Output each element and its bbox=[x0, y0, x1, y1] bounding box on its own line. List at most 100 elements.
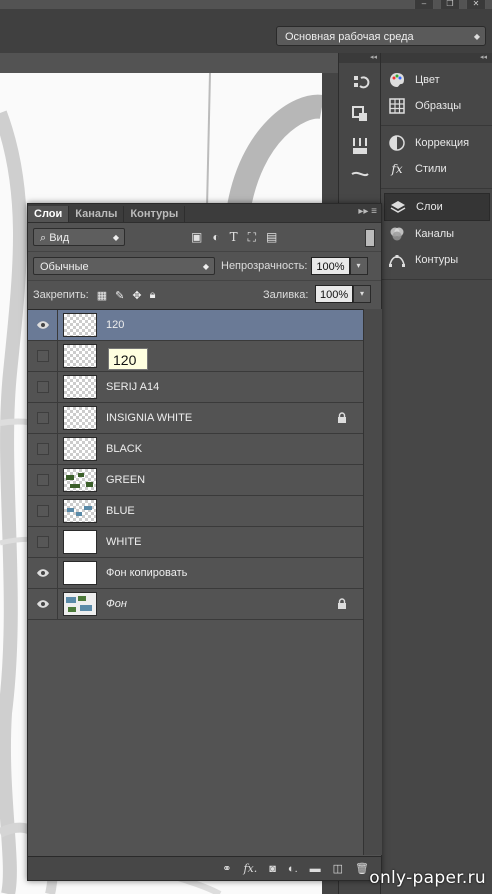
panel-group-color: Цвет Образцы bbox=[381, 63, 492, 126]
workspace-select[interactable]: Основная рабочая среда ◆ bbox=[276, 26, 486, 46]
blend-mode-select[interactable]: Обычные ◆ bbox=[33, 257, 215, 275]
paths-pen-icon bbox=[387, 250, 407, 270]
layer-row[interactable]: Фон копировать bbox=[28, 558, 363, 589]
layer-name[interactable]: SERIJ A14 bbox=[106, 381, 159, 393]
history-icon[interactable] bbox=[347, 69, 373, 95]
brush-presets-icon[interactable] bbox=[347, 133, 373, 159]
panel-label: Цвет bbox=[415, 74, 440, 86]
layers-panel: Слои Каналы Контуры ▸▸ ≡ ⌕ Вид ◆ ▣ ◐ T ⛶… bbox=[27, 203, 382, 881]
panel-styles[interactable]: fx Стили bbox=[381, 156, 492, 182]
panel-channels[interactable]: Каналы bbox=[381, 221, 492, 247]
filter-pixel-icon[interactable]: ▣ bbox=[191, 230, 202, 244]
layer-name[interactable]: INSIGNIA WHITE bbox=[106, 412, 192, 424]
add-layer-style-icon[interactable]: fx. bbox=[243, 862, 257, 875]
hidden-visibility-box bbox=[36, 412, 49, 424]
collapse-panels-icon[interactable]: ◂◂ bbox=[381, 53, 492, 63]
layer-row[interactable]: BLUE bbox=[28, 496, 363, 527]
filter-smart-object-icon[interactable]: ▤ bbox=[266, 230, 277, 244]
panel-layers[interactable]: Слои bbox=[384, 193, 490, 221]
panel-label: Образцы bbox=[415, 100, 462, 112]
visibility-toggle[interactable] bbox=[28, 465, 58, 495]
layer-row[interactable]: GREEN bbox=[28, 465, 363, 496]
visibility-toggle[interactable] bbox=[28, 310, 58, 340]
lock-position-move-icon[interactable]: ✥ bbox=[132, 289, 141, 302]
link-layers-icon[interactable]: ⚭ bbox=[222, 862, 231, 875]
visibility-toggle[interactable] bbox=[28, 589, 58, 619]
visibility-toggle[interactable] bbox=[28, 527, 58, 557]
layer-list: 120 SERIJ A14 INSIGNIA WHITE BLACK GREEN BLUE… bbox=[28, 309, 363, 856]
document-tab-bar bbox=[0, 53, 338, 73]
new-adjustment-layer-icon[interactable]: ◐. bbox=[288, 863, 298, 875]
layer-name[interactable]: BLUE bbox=[106, 505, 135, 517]
filter-adjustment-icon[interactable]: ◐ bbox=[212, 230, 219, 244]
layer-name[interactable]: WHITE bbox=[106, 536, 141, 548]
panel-group-layers: Слои Каналы Контуры bbox=[381, 189, 492, 280]
panel-color[interactable]: Цвет bbox=[381, 67, 492, 93]
watermark: only-paper.ru bbox=[369, 868, 486, 888]
layer-name[interactable]: GREEN bbox=[106, 474, 145, 486]
filter-type-icon[interactable]: T bbox=[230, 230, 238, 244]
filter-label: Вид bbox=[49, 232, 70, 244]
layer-name[interactable]: Фон bbox=[106, 598, 127, 610]
layer-name[interactable]: BLACK bbox=[106, 443, 142, 455]
filter-icons: ▣ ◐ T ⛶ ▤ bbox=[191, 230, 277, 245]
filter-toggle-switch[interactable] bbox=[365, 229, 375, 247]
layer-row[interactable]: 120 bbox=[28, 310, 363, 341]
fill-label: Заливка: bbox=[263, 289, 309, 301]
layer-lock-icon bbox=[337, 412, 347, 427]
fx-styles-icon: fx bbox=[391, 162, 403, 176]
new-layer-icon[interactable]: ◫ bbox=[333, 862, 343, 875]
layer-thumbnail bbox=[63, 530, 97, 554]
tab-paths[interactable]: Контуры bbox=[124, 206, 186, 222]
layer-row[interactable]: Фон bbox=[28, 589, 363, 620]
layer-name[interactable]: Фон копировать bbox=[106, 567, 187, 579]
hidden-visibility-box bbox=[36, 536, 49, 548]
layer-thumbnail bbox=[63, 406, 97, 430]
visibility-toggle[interactable] bbox=[28, 403, 58, 433]
visibility-toggle[interactable] bbox=[28, 496, 58, 526]
add-mask-icon[interactable]: ◙ bbox=[269, 863, 276, 875]
visibility-toggle[interactable] bbox=[28, 558, 58, 588]
visibility-toggle[interactable] bbox=[28, 372, 58, 402]
lock-image-brush-icon[interactable]: ✎ bbox=[115, 289, 124, 302]
lock-label: Закрепить: bbox=[33, 289, 89, 301]
layer-list-scrollbar[interactable] bbox=[363, 309, 382, 855]
visibility-toggle[interactable] bbox=[28, 341, 58, 371]
panel-label: Коррекция bbox=[415, 137, 470, 149]
clone-source-icon[interactable] bbox=[347, 165, 373, 191]
tab-channels[interactable]: Каналы bbox=[69, 206, 125, 222]
new-group-folder-icon[interactable]: ▬ bbox=[310, 863, 321, 875]
layer-name[interactable]: 120 bbox=[106, 319, 124, 331]
layer-row[interactable] bbox=[28, 341, 363, 372]
blend-row: Обычные ◆ Непрозрачность: 100% ▾ bbox=[28, 252, 381, 281]
collapse-dock-icon[interactable]: ◂◂ bbox=[339, 53, 381, 63]
3d-cube-icon[interactable] bbox=[347, 101, 373, 127]
panel-menu-icon[interactable]: ▸▸ ≡ bbox=[358, 206, 377, 217]
workspace-label: Основная рабочая среда bbox=[285, 31, 414, 43]
layer-thumbnail bbox=[63, 468, 97, 492]
fill-dropdown-icon[interactable]: ▾ bbox=[353, 285, 371, 303]
chevron-updown-icon: ◆ bbox=[202, 262, 209, 271]
panel-swatches[interactable]: Образцы bbox=[381, 93, 492, 119]
opacity-input[interactable]: 100% bbox=[311, 257, 350, 275]
panel-adjustments[interactable]: Коррекция bbox=[381, 130, 492, 156]
panel-label: Контуры bbox=[415, 254, 459, 266]
panel-group-adjustments: Коррекция fx Стили bbox=[381, 126, 492, 189]
panel-paths[interactable]: Контуры bbox=[381, 247, 492, 273]
color-palette-icon bbox=[387, 70, 407, 90]
search-icon: ⌕ bbox=[40, 232, 50, 244]
visibility-toggle[interactable] bbox=[28, 434, 58, 464]
layer-row[interactable]: WHITE bbox=[28, 527, 363, 558]
layer-row[interactable]: BLACK bbox=[28, 434, 363, 465]
layer-filter-select[interactable]: ⌕ Вид ◆ bbox=[33, 228, 125, 246]
layer-row[interactable]: INSIGNIA WHITE bbox=[28, 403, 363, 434]
opacity-dropdown-icon[interactable]: ▾ bbox=[349, 257, 368, 275]
filter-shape-icon[interactable]: ⛶ bbox=[248, 230, 256, 245]
layer-row[interactable]: SERIJ A14 bbox=[28, 372, 363, 403]
lock-all-icon[interactable]: 🔒︎ bbox=[150, 289, 156, 302]
tab-layers[interactable]: Слои bbox=[28, 206, 70, 222]
fill-input[interactable]: 100% bbox=[315, 285, 354, 303]
lock-transparent-icon[interactable]: ▦ bbox=[97, 289, 107, 302]
delete-layer-trash-icon[interactable]: 🗑︎ bbox=[355, 862, 369, 875]
hidden-visibility-box bbox=[36, 474, 49, 486]
